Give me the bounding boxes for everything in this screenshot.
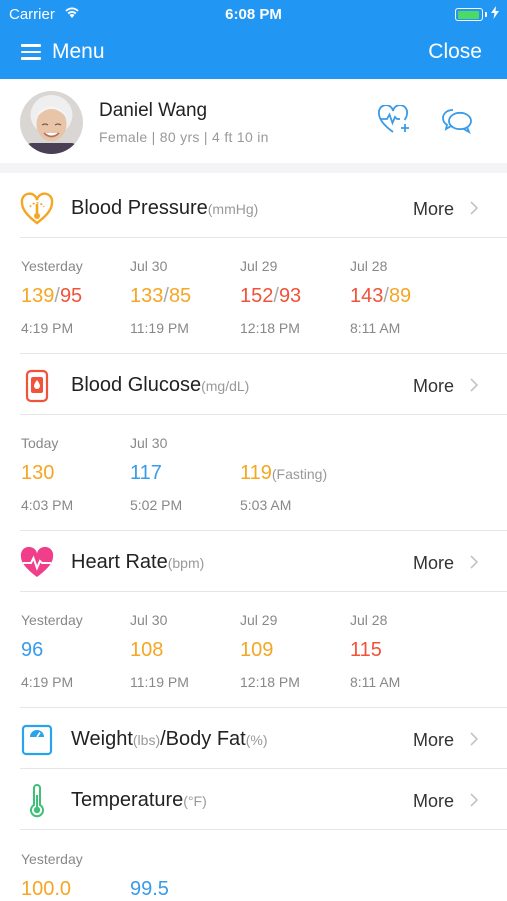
status-time: 6:08 PM <box>225 6 282 23</box>
reading-value: 143/89 <box>350 285 412 307</box>
heart-rate-title: Heart Rate(bpm) <box>71 551 205 573</box>
avatar[interactable] <box>20 91 83 154</box>
divider <box>20 829 507 830</box>
menu-button[interactable]: Menu <box>21 40 105 64</box>
heart-rate-readings: Yesterday 96 4:19 PM Jul 30 108 11:19 PM… <box>0 612 507 712</box>
weight-header[interactable]: Weight(lbs)/Body Fat(%) More <box>0 709 507 769</box>
chat-icon[interactable] <box>441 107 473 135</box>
chevron-right-icon <box>470 201 479 215</box>
reading-date: Jul 29 <box>240 612 278 628</box>
reading-time: 8:11 AM <box>350 320 401 336</box>
reading-value: 117 <box>130 462 162 484</box>
reading-date: Jul 30 <box>130 258 168 274</box>
reading-value: 139/95 <box>21 285 83 307</box>
close-button[interactable]: Close <box>428 40 482 64</box>
reading-date: Yesterday <box>21 258 83 274</box>
chevron-right-icon <box>470 793 479 807</box>
reading-value: 108 <box>130 639 164 661</box>
reading-value: 130 <box>21 462 55 484</box>
menu-label: Menu <box>52 40 105 63</box>
thermometer-icon <box>30 784 44 818</box>
reading-date: Today <box>21 435 59 451</box>
reading-time: 4:19 PM <box>21 320 74 336</box>
blood-pressure-title: Blood Pressure(mmHg) <box>71 197 259 219</box>
heart-plus-icon[interactable] <box>378 105 412 135</box>
reading-value: 100.0 <box>21 878 72 900</box>
reading-time: 11:19 PM <box>130 674 189 690</box>
blood-pressure-header[interactable]: Blood Pressure(mmHg) More <box>0 178 507 238</box>
weight-more-link[interactable]: More <box>413 730 454 751</box>
reading-value: 115 <box>350 639 382 661</box>
hamburger-icon <box>21 44 41 60</box>
divider <box>20 414 507 415</box>
weight-title: Weight(lbs)/Body Fat(%) <box>71 728 268 750</box>
heart-rate-more-link[interactable]: More <box>413 553 454 574</box>
chevron-right-icon <box>470 732 479 746</box>
profile-info: Female | 80 yrs | 4 ft 10 in <box>99 129 269 145</box>
reading-time: 12:18 PM <box>240 674 300 690</box>
reading-date: Jul 28 <box>350 612 388 628</box>
temperature-unit: (°F) <box>183 793 207 809</box>
temperature-readings: Yesterday 100.0 99.5 <box>0 851 507 900</box>
divider <box>20 707 507 708</box>
blood-pressure-more-link[interactable]: More <box>413 199 454 220</box>
body-fat-title: /Body Fat <box>160 728 246 750</box>
reading-time: 11:19 PM <box>130 320 189 336</box>
profile-name: Daniel Wang <box>99 100 208 121</box>
reading-time: 5:02 PM <box>130 497 183 513</box>
reading-time: 12:18 PM <box>240 320 300 336</box>
charging-icon <box>491 6 499 19</box>
reading-value: 152/93 <box>240 285 302 307</box>
glucose-meter-icon <box>25 369 49 403</box>
reading-date: Jul 30 <box>130 435 168 451</box>
divider <box>20 768 507 769</box>
reading-date: Jul 28 <box>350 258 388 274</box>
heart-rate-header[interactable]: Heart Rate(bpm) More <box>0 532 507 592</box>
reading-value: 96 <box>21 639 44 661</box>
reading-time: 4:03 PM <box>21 497 74 513</box>
reading-time: 4:19 PM <box>21 674 74 690</box>
reading-value: 99.5 <box>130 878 169 900</box>
nav-bar: Menu Close <box>0 34 507 74</box>
blood-glucose-unit: (mg/dL) <box>201 378 250 394</box>
reading-date: Yesterday <box>21 851 83 867</box>
blood-glucose-header[interactable]: Blood Glucose(mg/dL) More <box>0 355 507 415</box>
reading-date: Jul 30 <box>130 612 168 628</box>
blood-glucose-more-link[interactable]: More <box>413 376 454 397</box>
reading-date: Jul 29 <box>240 258 278 274</box>
heart-rate-unit: (bpm) <box>167 555 205 571</box>
temperature-title: Temperature(°F) <box>71 789 207 811</box>
reading-value: 109 <box>240 639 274 661</box>
blood-glucose-readings: Today 130 4:03 PM Jul 30 117 5:02 PM 119… <box>0 435 507 535</box>
temperature-more-link[interactable]: More <box>413 791 454 812</box>
reading-value: 119(Fasting) <box>240 462 328 484</box>
profile-header: Daniel Wang Female | 80 yrs | 4 ft 10 in <box>0 79 507 163</box>
temperature-header[interactable]: Temperature(°F) More <box>0 770 507 830</box>
heart-pressure-icon <box>20 192 54 225</box>
battery-icon <box>455 8 487 21</box>
reading-value: 133/85 <box>130 285 192 307</box>
reading-date: Yesterday <box>21 612 83 628</box>
body-fat-unit: (%) <box>245 732 268 748</box>
scale-icon <box>21 724 53 756</box>
divider <box>20 591 507 592</box>
chevron-right-icon <box>470 555 479 569</box>
blood-pressure-readings: Yesterday 139/95 4:19 PM Jul 30 133/85 1… <box>0 258 507 358</box>
chevron-right-icon <box>470 378 479 392</box>
reading-time: 5:03 AM <box>240 497 292 513</box>
weight-unit: (lbs) <box>132 732 161 748</box>
heart-pulse-icon <box>20 546 54 577</box>
blood-pressure-unit: (mmHg) <box>207 201 259 217</box>
divider <box>20 353 507 354</box>
divider <box>20 530 507 531</box>
blood-glucose-title: Blood Glucose(mg/dL) <box>71 374 250 396</box>
status-bar: Carrier 6:08 PM <box>0 5 507 25</box>
reading-time: 8:11 AM <box>350 674 401 690</box>
divider <box>20 237 507 238</box>
top-bar: Carrier 6:08 PM Menu Close <box>0 0 507 79</box>
reading-note: (Fasting) <box>271 466 328 482</box>
section-divider <box>0 163 507 173</box>
